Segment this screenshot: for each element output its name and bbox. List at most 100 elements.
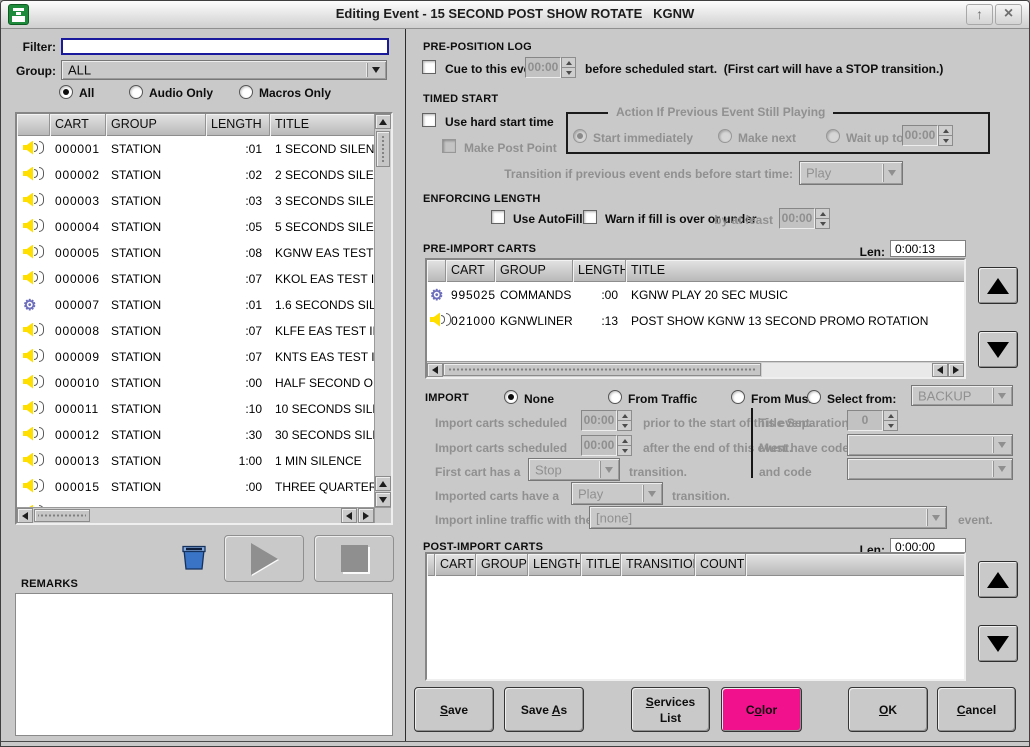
- header-length[interactable]: LENGTH: [206, 114, 270, 136]
- import-from-music-radio[interactable]: [731, 390, 745, 404]
- move-up-button[interactable]: [978, 561, 1018, 598]
- scope-macros-only-radio[interactable]: [239, 85, 253, 99]
- spin-up-icon[interactable]: [617, 435, 632, 446]
- header-title[interactable]: TITLE: [581, 554, 621, 576]
- trash-icon[interactable]: [178, 541, 210, 578]
- spin-down-icon[interactable]: [938, 136, 953, 146]
- scroll-up-icon[interactable]: [375, 476, 391, 491]
- hard-start-checkbox[interactable]: [422, 113, 436, 127]
- postimport-body[interactable]: [427, 576, 964, 679]
- import-from-traffic-radio[interactable]: [608, 390, 622, 404]
- cancel-button[interactable]: Cancel: [937, 687, 1016, 732]
- horizontal-scrollbar[interactable]: [17, 507, 374, 523]
- table-row[interactable]: ⚙ 995025 COMMANDS :00 KGNW PLAY 20 SEC M…: [427, 282, 964, 308]
- scroll-left-icon[interactable]: [427, 363, 443, 377]
- table-row[interactable]: ⚙ 000011 STATION :10 10 SECONDS SILENCE: [17, 396, 374, 422]
- spin-down-icon[interactable]: [815, 219, 830, 229]
- table-row[interactable]: ⚙ 000012 STATION :30 30 SECONDS SILENCE: [17, 422, 374, 448]
- scroll-down-icon[interactable]: [375, 492, 391, 507]
- table-row[interactable]: ⚙ 021000 KGNWLINERS :13 POST SHOW KGNW 1…: [427, 308, 964, 334]
- header-group[interactable]: GROUP: [495, 260, 573, 282]
- table-row[interactable]: ⚙ 000005 STATION :08 KGNW EAS TEST IN: [17, 240, 374, 266]
- spin-down-icon[interactable]: [561, 68, 576, 78]
- stop-button[interactable]: [314, 535, 394, 582]
- scroll-left-icon[interactable]: [932, 363, 948, 377]
- sched-prior-spinbox[interactable]: 00:00: [581, 410, 632, 431]
- move-up-button[interactable]: [978, 267, 1018, 304]
- header-icon-col[interactable]: [427, 260, 446, 282]
- must-have-code-combobox[interactable]: [847, 434, 1013, 456]
- color-button[interactable]: Color: [721, 687, 802, 732]
- spin-up-icon[interactable]: [815, 208, 830, 219]
- scroll-left-icon[interactable]: [17, 508, 33, 523]
- table-row[interactable]: ⚙ 000015 STATION :00 THREE QUARTERS: [17, 474, 374, 500]
- table-row[interactable]: ⚙ 000007 STATION :01 1.6 SECONDS SILENCE: [17, 292, 374, 318]
- filter-input[interactable]: [61, 38, 389, 55]
- transition-combobox[interactable]: Play: [799, 161, 903, 185]
- header-cart[interactable]: CART: [446, 260, 495, 282]
- spin-up-icon[interactable]: [617, 410, 632, 421]
- spin-down-icon[interactable]: [883, 421, 898, 431]
- close-icon[interactable]: ×: [995, 4, 1022, 25]
- spin-up-icon[interactable]: [938, 125, 953, 136]
- save-as-button[interactable]: Save As: [504, 687, 584, 732]
- wait-up-to-radio[interactable]: [826, 129, 840, 143]
- spin-up-icon[interactable]: [883, 410, 898, 421]
- scroll-up-icon[interactable]: [375, 114, 391, 129]
- header-title[interactable]: TITLE: [270, 114, 374, 136]
- table-row[interactable]: ⚙ 000006 STATION :07 KKOL EAS TEST IN: [17, 266, 374, 292]
- horizontal-scrollbar[interactable]: [427, 361, 964, 377]
- cue-to-event-checkbox[interactable]: [422, 60, 436, 74]
- select-from-combobox[interactable]: BACKUP: [911, 385, 1013, 406]
- start-immediately-radio[interactable]: [573, 129, 587, 143]
- maximize-icon[interactable]: ↑: [966, 4, 993, 25]
- header-icon-col[interactable]: [427, 554, 435, 576]
- scroll-left-icon[interactable]: [341, 508, 357, 523]
- remarks-input[interactable]: [15, 593, 393, 736]
- spin-down-icon[interactable]: [617, 446, 632, 456]
- services-list-button[interactable]: ServicesList: [631, 687, 710, 732]
- hscroll-track[interactable]: [762, 363, 932, 377]
- vertical-scrollbar[interactable]: [374, 114, 391, 507]
- header-title[interactable]: TITLE: [626, 260, 964, 282]
- header-length[interactable]: LENGTH: [573, 260, 626, 282]
- header-transition[interactable]: TRANSITION: [621, 554, 695, 576]
- move-down-button[interactable]: [978, 625, 1018, 662]
- sched-after-spinbox[interactable]: 00:00: [581, 435, 632, 456]
- ok-button[interactable]: OK: [848, 687, 928, 732]
- import-none-radio[interactable]: [504, 390, 518, 404]
- make-next-radio[interactable]: [718, 129, 732, 143]
- header-group[interactable]: GROUP: [106, 114, 206, 136]
- title-separation-spinbox[interactable]: 0: [847, 410, 898, 431]
- table-row[interactable]: ⚙ 000008 STATION :07 KLFE EAS TEST IN: [17, 318, 374, 344]
- make-post-point-checkbox[interactable]: [442, 139, 456, 153]
- header-icon-col[interactable]: [17, 114, 50, 136]
- table-row[interactable]: ⚙ 000003 STATION :03 3 SECONDS SILENCE: [17, 188, 374, 214]
- import-select-from-radio[interactable]: [807, 390, 821, 404]
- table-row[interactable]: ⚙ 000013 STATION 1:00 1 MIN SILENCE: [17, 448, 374, 474]
- wait-time-spinbox[interactable]: 00:00: [902, 125, 953, 146]
- header-cart[interactable]: CART: [50, 114, 106, 136]
- header-count[interactable]: COUNT: [695, 554, 746, 576]
- scroll-right-icon[interactable]: [948, 363, 964, 377]
- group-combobox[interactable]: ALL: [61, 60, 387, 80]
- play-button[interactable]: [224, 535, 304, 582]
- cue-time-spinbox[interactable]: 00:00: [525, 57, 576, 78]
- first-cart-transition-combobox[interactable]: Stop: [528, 458, 620, 481]
- spin-down-icon[interactable]: [617, 421, 632, 431]
- header-cart[interactable]: CART: [435, 554, 476, 576]
- preimport-len-field[interactable]: 0:00:13: [890, 240, 966, 257]
- save-button[interactable]: Save: [414, 687, 494, 732]
- table-row[interactable]: ⚙ 000010 STATION :00 HALF SECOND OF: [17, 370, 374, 396]
- hscroll-thumb[interactable]: [34, 509, 90, 522]
- header-group[interactable]: GROUP: [476, 554, 528, 576]
- imported-carts-transition-combobox[interactable]: Play: [571, 482, 663, 505]
- scope-audio-only-radio[interactable]: [129, 85, 143, 99]
- vscroll-thumb[interactable]: [376, 131, 390, 167]
- warn-time-spinbox[interactable]: 00:00: [779, 208, 830, 229]
- table-row[interactable]: ⚙ 000002 STATION :02 2 SECONDS SILENCE: [17, 162, 374, 188]
- table-row[interactable]: ⚙ 000004 STATION :05 5 SECONDS SILENCE: [17, 214, 374, 240]
- table-row[interactable]: ⚙: [17, 500, 374, 507]
- warn-fill-checkbox[interactable]: [583, 210, 597, 224]
- scroll-right-icon[interactable]: [358, 508, 374, 523]
